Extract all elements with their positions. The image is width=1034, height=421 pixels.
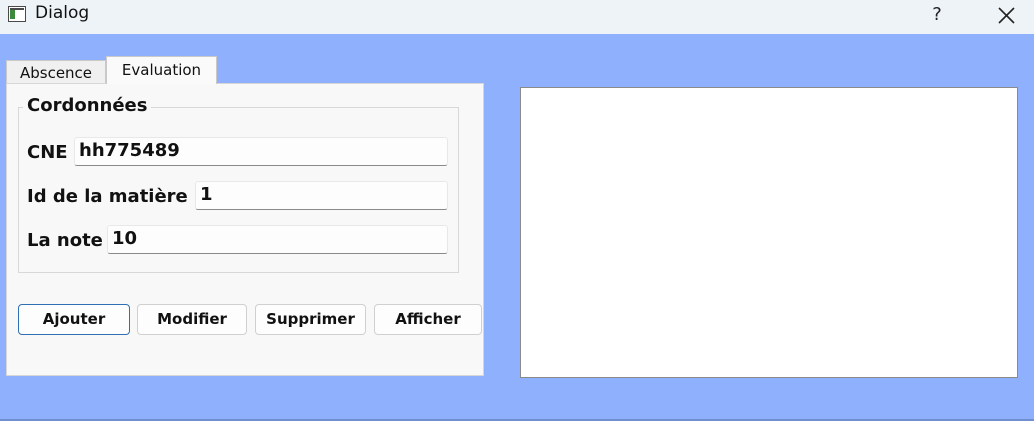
- matiere-label: Id de la matière: [27, 186, 188, 207]
- help-button[interactable]: ?: [922, 2, 952, 30]
- delete-button[interactable]: Supprimer: [255, 304, 366, 335]
- results-view[interactable]: [520, 87, 1018, 378]
- tab-evaluation[interactable]: Evaluation: [106, 56, 217, 84]
- note-field[interactable]: 10: [107, 225, 448, 254]
- matiere-id-field[interactable]: 1: [195, 181, 448, 210]
- edit-button[interactable]: Modifier: [137, 304, 247, 335]
- title-bar: Dialog ?: [0, 0, 1034, 34]
- show-button[interactable]: Afficher: [374, 304, 482, 335]
- cne-label: CNE: [27, 142, 68, 163]
- note-label: La note: [27, 230, 103, 251]
- cne-field[interactable]: hh775489: [74, 137, 448, 166]
- add-button[interactable]: Ajouter: [18, 304, 130, 335]
- close-icon: [998, 7, 1015, 24]
- window-title: Dialog: [35, 3, 90, 23]
- evaluation-panel: Cordonnées CNE hh775489 Id de la matière…: [6, 83, 484, 376]
- groupbox-title: Cordonnées: [23, 95, 152, 116]
- tab-abscence[interactable]: Abscence: [6, 60, 106, 84]
- close-button[interactable]: [988, 2, 1024, 30]
- app-window-icon: [8, 6, 26, 22]
